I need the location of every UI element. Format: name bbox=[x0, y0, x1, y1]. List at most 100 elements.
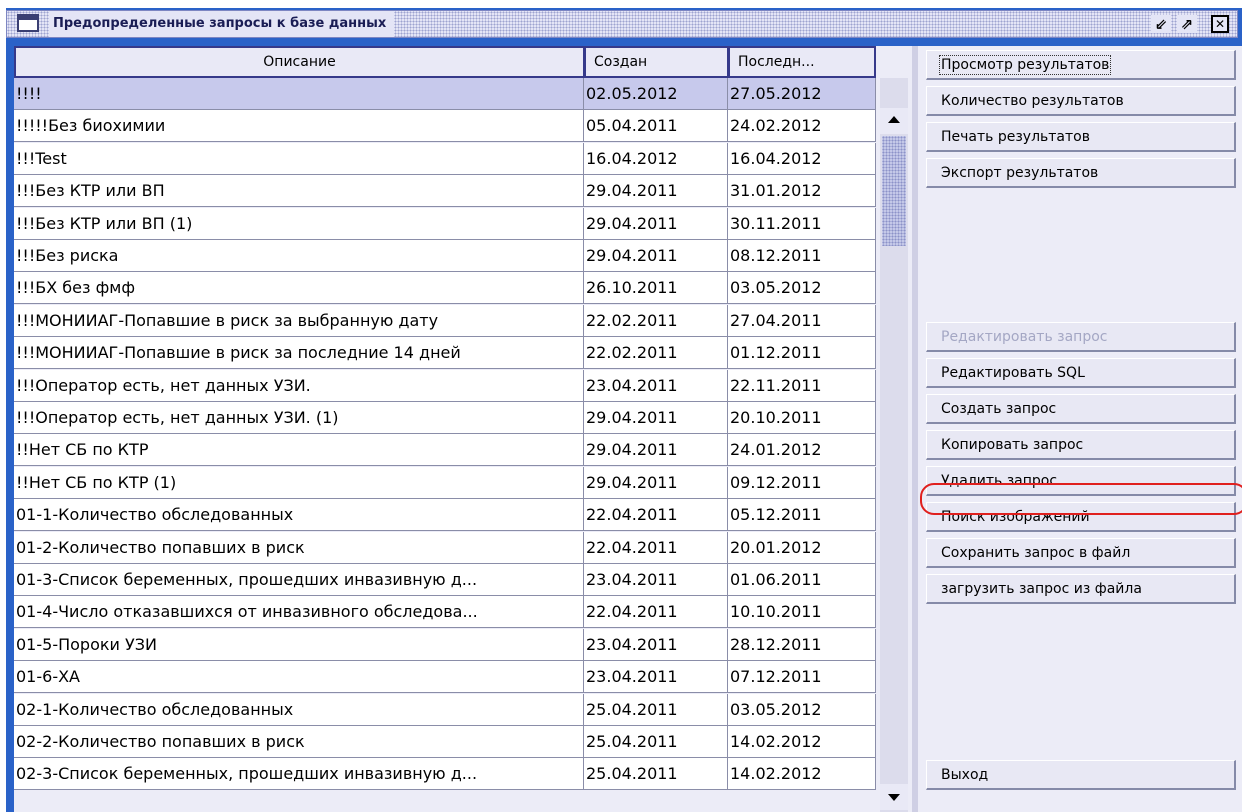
table-row[interactable]: !!!! 02.05.2012 27.05.2012 bbox=[14, 78, 876, 110]
column-header-created[interactable]: Создан bbox=[584, 46, 728, 78]
row-created: 29.04.2011 bbox=[584, 207, 728, 240]
create-query-button[interactable]: Создать запрос bbox=[926, 394, 1236, 424]
panel-divider[interactable] bbox=[912, 46, 918, 812]
row-description: !!!Оператор есть, нет данных УЗИ. bbox=[14, 369, 584, 402]
row-created: 22.02.2011 bbox=[584, 304, 728, 337]
row-description: !!!МОНИИАГ-Попавшие в риск за последние … bbox=[14, 337, 584, 370]
table-row[interactable]: !!Нет СБ по КТР 29.04.2011 24.01.2012 bbox=[14, 434, 876, 467]
row-description: 02-1-Количество обследованных bbox=[14, 693, 584, 726]
restore-icon[interactable]: ⇙ bbox=[1151, 15, 1171, 33]
row-description: 02-2-Количество попавших в риск bbox=[14, 726, 584, 758]
maximize-icon[interactable]: ⇗ bbox=[1177, 15, 1197, 33]
table-row[interactable]: !!!Без риска 29.04.2011 08.12.2011 bbox=[14, 240, 876, 272]
close-icon[interactable]: ✕ bbox=[1211, 15, 1229, 33]
row-created: 02.05.2012 bbox=[584, 78, 728, 110]
row-last-used: 07.12.2011 bbox=[728, 661, 876, 694]
table-row[interactable]: 01-6-ХА 23.04.2011 07.12.2011 bbox=[14, 661, 876, 694]
edit-query-button: Редактировать запрос bbox=[926, 322, 1236, 352]
copy-query-button[interactable]: Копировать запрос bbox=[926, 430, 1236, 460]
row-created: 22.02.2011 bbox=[584, 337, 728, 370]
row-created: 23.04.2011 bbox=[584, 661, 728, 694]
button-label: Создать запрос bbox=[941, 400, 1057, 417]
save-query-to-file-button[interactable]: Сохранить запрос в файл bbox=[926, 538, 1236, 568]
row-created: 26.10.2011 bbox=[584, 272, 728, 305]
table-row[interactable]: !!!Без КТР или ВП 29.04.2011 31.01.2012 bbox=[14, 175, 876, 208]
table-row[interactable]: 02-3-Список беременных, прошедших инвази… bbox=[14, 758, 876, 791]
button-label: Печать результатов bbox=[941, 128, 1090, 145]
print-results-button[interactable]: Печать результатов bbox=[926, 122, 1236, 152]
delete-query-button[interactable]: Удалить запрос bbox=[926, 466, 1236, 496]
table-row[interactable]: 01-3-Список беременных, прошедших инвази… bbox=[14, 564, 876, 596]
table-row[interactable]: !!!МОНИИАГ-Попавшие в риск за выбранную … bbox=[14, 304, 876, 337]
row-created: 29.04.2011 bbox=[584, 434, 728, 467]
button-label: Экспорт результатов bbox=[941, 164, 1099, 181]
column-header-description[interactable]: Описание bbox=[14, 46, 584, 78]
scroll-up-icon[interactable] bbox=[880, 108, 908, 134]
column-header-last-used[interactable]: Последн... bbox=[728, 46, 876, 78]
table-row[interactable]: 02-2-Количество попавших в риск 25.04.201… bbox=[14, 726, 876, 758]
title-bar[interactable]: Предопределенные запросы к базе данных ⇙… bbox=[6, 10, 1238, 38]
button-label: Количество результатов bbox=[941, 92, 1124, 109]
count-results-button[interactable]: Количество результатов bbox=[926, 86, 1236, 116]
scroll-down-icon[interactable] bbox=[880, 784, 908, 810]
button-label: Просмотр результатов bbox=[938, 54, 1112, 75]
row-last-used: 10.10.2011 bbox=[728, 596, 876, 629]
row-description: 01-2-Количество попавших в риск bbox=[14, 531, 584, 564]
view-results-button[interactable]: Просмотр результатов bbox=[926, 50, 1236, 80]
row-created: 23.04.2011 bbox=[584, 628, 728, 661]
table-row[interactable]: 01-1-Количество обследованных 22.04.2011 0… bbox=[14, 499, 876, 532]
row-created: 25.04.2011 bbox=[584, 726, 728, 758]
row-created: 29.04.2011 bbox=[584, 402, 728, 434]
row-description: !!!Без КТР или ВП (1) bbox=[14, 207, 584, 240]
row-description: !!!! bbox=[14, 78, 584, 110]
row-description: 01-6-ХА bbox=[14, 661, 584, 694]
row-created: 29.04.2011 bbox=[584, 240, 728, 272]
document-text-strip bbox=[0, 0, 1242, 8]
row-last-used: 28.12.2011 bbox=[728, 628, 876, 661]
table-header: Описание Создан Последн... bbox=[14, 46, 876, 78]
table-row[interactable]: 01-2-Количество попавших в риск 22.04.201… bbox=[14, 531, 876, 564]
edit-sql-button[interactable]: Редактировать SQL bbox=[926, 358, 1236, 388]
row-last-used: 03.05.2012 bbox=[728, 272, 876, 305]
row-last-used: 24.01.2012 bbox=[728, 434, 876, 467]
row-created: 29.04.2011 bbox=[584, 466, 728, 499]
table-row[interactable]: !!!МОНИИАГ-Попавшие в риск за последние … bbox=[14, 337, 876, 370]
table-row[interactable]: !!Нет СБ по КТР (1) 29.04.2011 09.12.2011 bbox=[14, 466, 876, 499]
export-results-button[interactable]: Экспорт результатов bbox=[926, 158, 1236, 188]
window-icon bbox=[17, 14, 39, 32]
table-row[interactable]: !!!Test 16.04.2012 16.04.2012 bbox=[14, 142, 876, 175]
table-row[interactable]: 01-4-Число отказавшихся от инвазивного о… bbox=[14, 596, 876, 629]
row-created: 23.04.2011 bbox=[584, 369, 728, 402]
exit-button[interactable]: Выход bbox=[926, 760, 1236, 790]
row-created: 22.04.2011 bbox=[584, 596, 728, 629]
row-last-used: 27.05.2012 bbox=[728, 78, 876, 110]
row-description: !!!БХ без фмф bbox=[14, 272, 584, 305]
row-created: 23.04.2011 bbox=[584, 564, 728, 596]
row-last-used: 14.02.2012 bbox=[728, 758, 876, 791]
row-description: !!Нет СБ по КТР (1) bbox=[14, 466, 584, 499]
table-row[interactable]: 02-1-Количество обследованных 25.04.2011 0… bbox=[14, 693, 876, 726]
table-row[interactable]: !!!БХ без фмф 26.10.2011 03.05.2012 bbox=[14, 272, 876, 305]
load-query-from-file-button[interactable]: загрузить запрос из файла bbox=[926, 574, 1236, 604]
window-title: Предопределенные запросы к базе данных bbox=[49, 11, 395, 37]
row-created: 22.04.2011 bbox=[584, 499, 728, 532]
table-row[interactable]: !!!Оператор есть, нет данных УЗИ. 23.04.2… bbox=[14, 369, 876, 402]
row-description: 02-3-Список беременных, прошедших инвази… bbox=[14, 758, 584, 791]
table-row[interactable]: !!!!!Без биохимии 05.04.2011 24.02.2012 bbox=[14, 110, 876, 143]
row-last-used: 27.04.2011 bbox=[728, 304, 876, 337]
table-row[interactable]: !!!Без КТР или ВП (1) 29.04.2011 30.11.201… bbox=[14, 207, 876, 240]
row-created: 22.04.2011 bbox=[584, 531, 728, 564]
table-row[interactable]: 01-5-Пороки УЗИ 23.04.2011 28.12.2011 bbox=[14, 628, 876, 661]
row-last-used: 20.01.2012 bbox=[728, 531, 876, 564]
search-images-button[interactable]: Поиск изображений bbox=[926, 502, 1236, 532]
button-label: загрузить запрос из файла bbox=[941, 580, 1142, 597]
row-last-used: 24.02.2012 bbox=[728, 110, 876, 143]
row-description: 01-3-Список беременных, прошедших инвази… bbox=[14, 564, 584, 596]
row-created: 25.04.2011 bbox=[584, 758, 728, 791]
scroll-thumb[interactable] bbox=[882, 136, 906, 246]
table-row[interactable]: !!!Оператор есть, нет данных УЗИ. (1) 29.… bbox=[14, 402, 876, 434]
row-last-used: 03.05.2012 bbox=[728, 693, 876, 726]
row-description: !!!Оператор есть, нет данных УЗИ. (1) bbox=[14, 402, 584, 434]
row-description: !!!МОНИИАГ-Попавшие в риск за выбранную … bbox=[14, 304, 584, 337]
vertical-scrollbar[interactable] bbox=[880, 78, 908, 812]
